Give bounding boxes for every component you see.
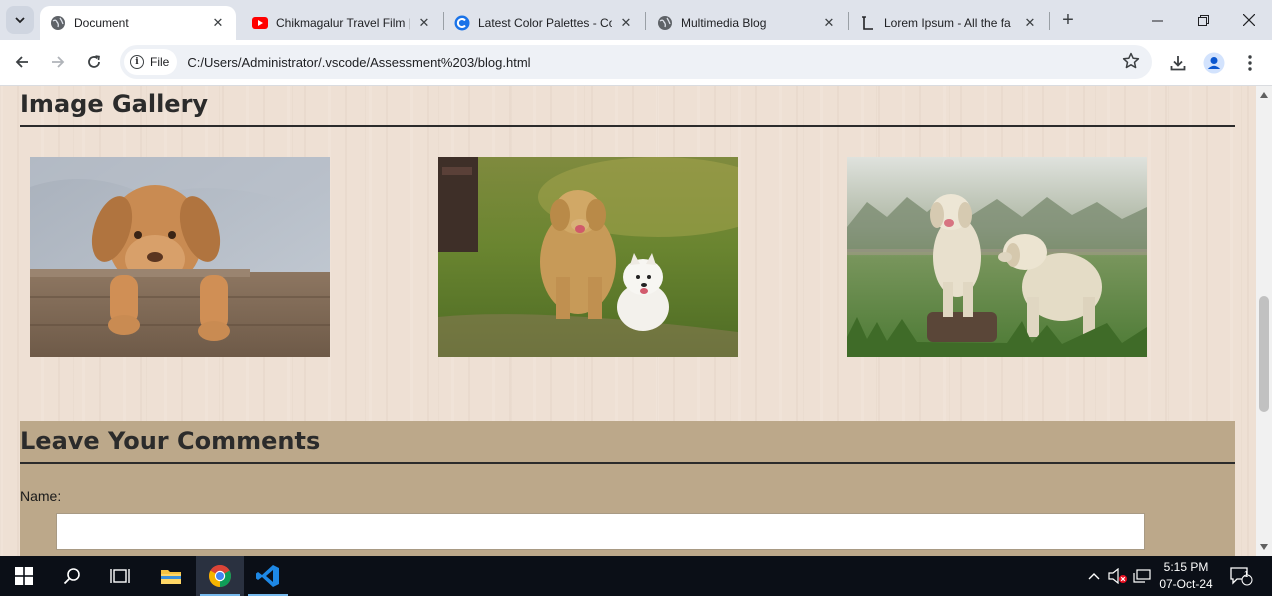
tab-lorem-ipsum[interactable]: Lorem Ipsum - All the fa ✕ <box>850 6 1048 40</box>
name-label: Name: <box>20 488 62 504</box>
arrow-right-icon <box>52 56 65 68</box>
url-text[interactable]: C:/Users/Administrator/.vscode/Assessmen… <box>187 55 530 70</box>
more-vert-icon <box>1248 55 1252 71</box>
address-bar[interactable]: i File C:/Users/Administrator/.vscode/As… <box>120 45 1152 79</box>
notification-center-button[interactable]: 1 <box>1226 556 1256 596</box>
tab-separator <box>645 12 646 30</box>
tab-separator <box>848 12 849 30</box>
tray-overflow-button[interactable] <box>1084 556 1104 596</box>
close-icon[interactable]: ✕ <box>821 15 837 31</box>
info-icon: i <box>130 55 144 69</box>
close-icon[interactable]: ✕ <box>1022 15 1038 31</box>
close-window-button[interactable] <box>1226 0 1272 40</box>
windows-taskbar: 5:15 PM 07-Oct-24 1 <box>0 556 1272 596</box>
tab-title: Chikmagalur Travel Film | <box>276 16 410 30</box>
notification-count: 1 <box>1244 570 1249 579</box>
volume-muted-icon <box>1108 568 1127 584</box>
forward-button[interactable] <box>44 48 72 76</box>
scroll-down-icon[interactable] <box>1260 544 1268 550</box>
file-explorer-button[interactable] <box>147 556 195 596</box>
search-button[interactable] <box>48 556 96 596</box>
tab-title: Document <box>74 16 129 30</box>
tab-title: Latest Color Palettes - Co <box>478 16 612 30</box>
chrome-icon <box>209 565 231 587</box>
globe-icon <box>50 15 66 31</box>
tab-multimedia-blog[interactable]: Multimedia Blog ✕ <box>647 6 847 40</box>
chevron-down-icon <box>15 17 25 24</box>
task-view-icon <box>110 569 130 583</box>
name-input[interactable] <box>56 513 1145 550</box>
downloads-button[interactable] <box>1164 49 1192 77</box>
close-icon <box>1243 14 1255 26</box>
tab-strip: Document ✕ Chikmagalur Travel Film | ✕ L… <box>0 0 1272 40</box>
browser-toolbar: i File C:/Users/Administrator/.vscode/As… <box>0 40 1272 86</box>
minimize-icon <box>1151 20 1163 21</box>
gallery-heading: Image Gallery <box>20 90 209 118</box>
close-icon[interactable]: ✕ <box>416 15 432 31</box>
network-icon <box>1133 569 1151 583</box>
gallery-image-golden-and-spitz[interactable] <box>438 157 738 357</box>
profile-button[interactable] <box>1200 49 1228 77</box>
vscode-taskbar-button[interactable] <box>244 556 292 596</box>
tab-title: Lorem Ipsum - All the fa <box>884 16 1011 30</box>
reload-icon <box>88 55 100 68</box>
tab-title: Multimedia Blog <box>681 16 767 30</box>
clock-time: 5:15 PM <box>1163 560 1209 574</box>
system-clock[interactable]: 5:15 PM 07-Oct-24 <box>1150 559 1222 593</box>
windows-logo-icon <box>15 567 33 585</box>
new-tab-button[interactable]: + <box>1056 8 1080 32</box>
scroll-thumb[interactable] <box>1259 296 1269 412</box>
globe-icon <box>657 15 673 31</box>
tab-color-palettes[interactable]: Latest Color Palettes - Co ✕ <box>444 6 644 40</box>
reload-button[interactable] <box>80 48 108 76</box>
arrow-left-icon <box>15 56 28 68</box>
task-view-button[interactable] <box>96 556 144 596</box>
scroll-up-icon[interactable] <box>1260 92 1268 98</box>
site-info-chip[interactable]: i File <box>124 49 178 75</box>
folder-icon <box>161 570 181 584</box>
download-icon <box>1170 56 1186 71</box>
menu-button[interactable] <box>1236 49 1264 77</box>
volume-button[interactable] <box>1106 556 1130 596</box>
restore-icon <box>1197 14 1209 26</box>
page-scrollbar[interactable] <box>1256 86 1272 556</box>
lorem-icon <box>860 15 876 31</box>
gallery-image-puppy[interactable] <box>30 157 330 357</box>
page-viewport: Image Gallery Leave Your Comments Name: <box>0 86 1256 556</box>
restore-button[interactable] <box>1180 0 1226 40</box>
gallery-image-labradors[interactable] <box>847 157 1147 357</box>
comments-divider <box>20 462 1235 464</box>
clock-date: 07-Oct-24 <box>1159 577 1213 591</box>
youtube-icon <box>252 15 268 31</box>
chevron-up-icon <box>1088 573 1100 580</box>
vscode-icon <box>256 565 279 587</box>
minimize-button[interactable] <box>1134 0 1180 40</box>
tab-separator <box>1049 12 1050 30</box>
search-icon <box>63 568 80 585</box>
tab-search-button[interactable] <box>6 6 34 34</box>
start-button[interactable] <box>0 556 48 596</box>
tab-document[interactable]: Document ✕ <box>40 6 236 40</box>
close-icon[interactable]: ✕ <box>210 15 226 31</box>
coolors-icon <box>454 15 470 31</box>
bookmark-star-icon[interactable] <box>1122 52 1140 75</box>
back-button[interactable] <box>8 48 36 76</box>
gallery-divider <box>20 125 1235 127</box>
chrome-taskbar-button[interactable] <box>196 556 244 596</box>
close-icon[interactable]: ✕ <box>618 15 634 31</box>
comments-section: Leave Your Comments Name: <box>20 421 1235 556</box>
comments-heading: Leave Your Comments <box>20 427 321 455</box>
notification-icon <box>1230 567 1253 586</box>
tab-chikmagalur[interactable]: Chikmagalur Travel Film | ✕ <box>242 6 442 40</box>
avatar-icon <box>1203 52 1225 74</box>
file-label: File <box>150 55 170 69</box>
